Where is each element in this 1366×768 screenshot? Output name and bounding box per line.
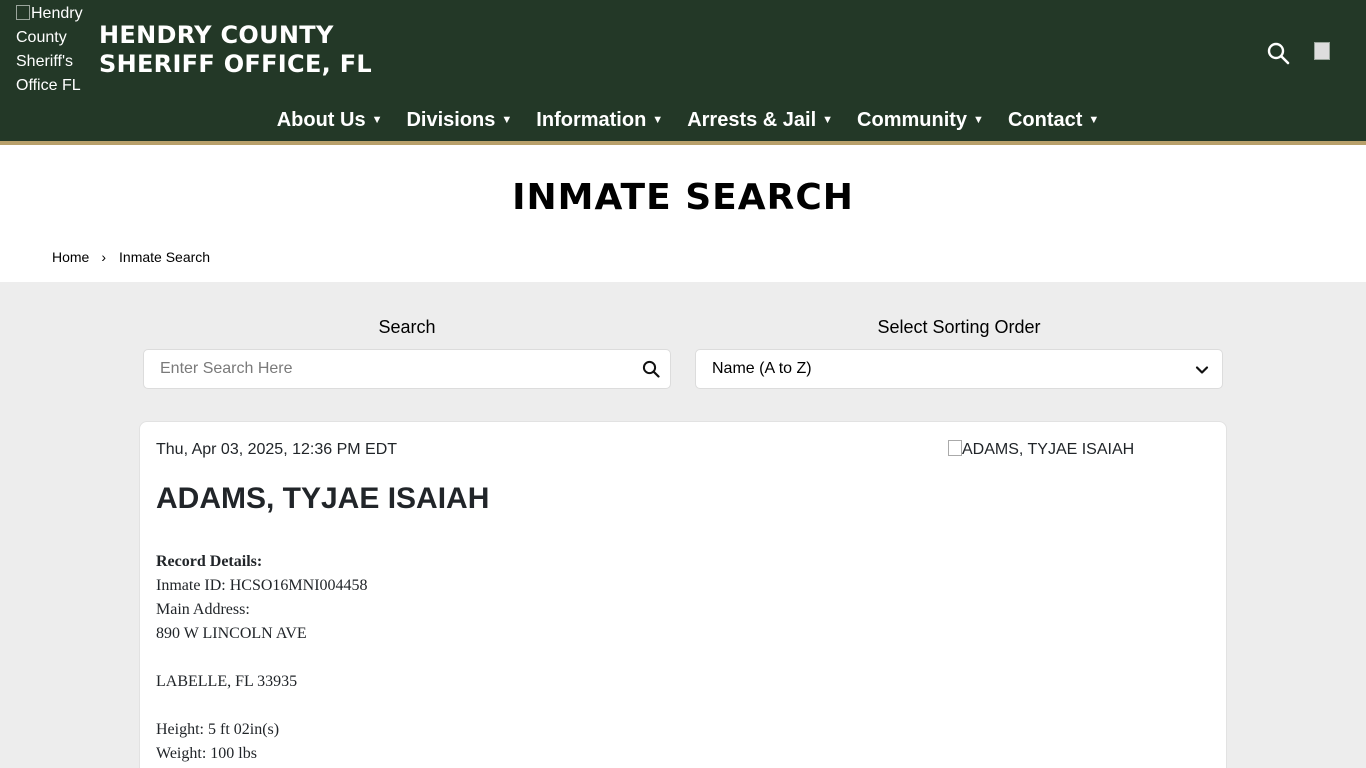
search-icon[interactable] [642,360,660,378]
main-nav: About Us ▼ Divisions ▼ Information ▼ Arrest… [0,104,1366,136]
header-search-button[interactable] [1266,41,1290,65]
caret-down-icon: ▼ [822,114,834,126]
caret-down-icon: ▼ [1088,114,1100,126]
sort-order-value: Name (A to Z) [712,360,812,377]
nav-label: Community [857,108,968,131]
record-timestamp: Thu, Apr 03, 2025, 12:36 PM EDT [156,441,398,458]
caret-down-icon: ▼ [652,114,664,126]
chevron-right-icon: › [101,249,107,265]
header-menu-image[interactable] [1314,42,1338,62]
breadcrumb-current: Inmate Search [119,249,211,265]
address-line2: LABELLE, FL 33935 [156,673,298,690]
nav-label: About Us [276,108,366,131]
nav-item-arrests-jail[interactable]: Arrests & Jail ▼ [675,104,845,136]
nav-item-contact[interactable]: Contact ▼ [996,104,1111,136]
chevron-down-icon [1195,366,1209,374]
search-icon [1267,42,1290,65]
broken-image-icon [1314,42,1330,60]
nav-item-divisions[interactable]: Divisions ▼ [394,104,524,136]
address-line1: 890 W LINCOLN AVE [156,625,307,642]
site-title-line2: SHERIFF OFFICE, FL [99,50,373,78]
inmate-record-card: Thu, Apr 03, 2025, 12:36 PM EDT ADAMS, T… [139,421,1227,768]
breadcrumb: Home › Inmate Search [52,249,210,265]
inmate-photo: ADAMS, TYJAE ISAIAH [948,440,1134,459]
search-input[interactable] [144,350,624,388]
caret-down-icon: ▼ [973,114,984,126]
site-header: Hendry County Sheriff's Office FL HENDRY… [0,0,1366,145]
inmate-height: Height: 5 ft 02in(s) [156,721,280,738]
nav-item-information[interactable]: Information ▼ [524,104,675,136]
address-label: Main Address: [156,601,250,618]
search-box [143,349,671,389]
nav-item-community[interactable]: Community ▼ [845,104,996,136]
site-logo[interactable]: Hendry County Sheriff's Office FL [16,2,92,98]
caret-down-icon: ▼ [501,114,513,126]
breadcrumb-home-link[interactable]: Home [52,249,89,265]
caret-down-icon: ▼ [371,114,383,126]
site-title-line1: HENDRY COUNTY [99,21,334,49]
record-details: Record Details: Inmate ID: HCSO16MNI0044… [156,550,368,766]
page-title: INMATE SEARCH [512,177,854,218]
site-title[interactable]: HENDRY COUNTY SHERIFF OFFICE, FL [99,21,372,79]
nav-label: Divisions [406,108,496,131]
nav-label: Information [536,108,647,131]
nav-label: Arrests & Jail [687,108,817,131]
nav-item-about-us[interactable]: About Us ▼ [265,104,395,136]
nav-label: Contact [1007,108,1083,131]
page-title-area: INMATE SEARCH Home › Inmate Search [0,145,1366,282]
sort-label: Select Sorting Order [877,317,1041,337]
record-details-heading: Record Details: [156,553,263,570]
broken-image-icon [948,440,962,456]
search-label: Search [378,317,436,337]
sort-order-select[interactable]: Name (A to Z) [695,349,1223,389]
broken-image-icon [16,5,30,20]
inmate-name: ADAMS, TYJAE ISAIAH [156,482,490,515]
inmate-weight: Weight: 100 lbs [156,745,257,762]
inmate-id: Inmate ID: HCSO16MNI004458 [156,577,368,594]
inmate-photo-alt: ADAMS, TYJAE ISAIAH [962,441,1135,458]
